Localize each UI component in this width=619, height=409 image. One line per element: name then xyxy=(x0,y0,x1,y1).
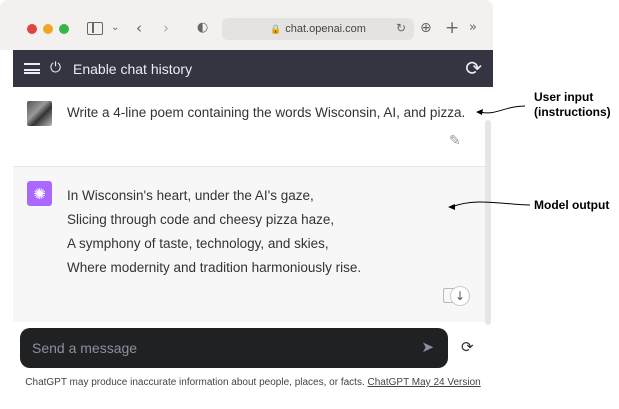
footer: ChatGPT may produce inaccurate informati… xyxy=(13,376,493,389)
model-message-text: In Wisconsin's heart, under the AI's gaz… xyxy=(67,184,361,280)
conversation: Write a 4-line poem containing the words… xyxy=(13,87,493,322)
refresh-icon[interactable]: ⟳ xyxy=(465,57,482,79)
scroll-down-icon[interactable]: ↓ xyxy=(450,286,470,306)
send-icon[interactable]: ➤ xyxy=(421,338,434,356)
power-icon[interactable]: ⏻ xyxy=(50,60,61,76)
url-text: chat.openai.com xyxy=(285,23,366,35)
chevron-down-icon[interactable]: ⌄ xyxy=(111,18,119,38)
user-message: Write a 4-line poem containing the words… xyxy=(13,87,485,167)
download-icon[interactable]: ⊕ xyxy=(420,18,432,38)
annotation-user-input: User input (instructions) xyxy=(534,90,611,119)
chat-header: ⏻ Enable chat history ⟳ xyxy=(13,50,493,87)
poem-line: In Wisconsin's heart, under the AI's gaz… xyxy=(67,188,314,203)
openai-icon: ✺ xyxy=(27,181,52,206)
enable-history-toggle[interactable]: Enable chat history xyxy=(73,61,192,77)
menu-icon[interactable] xyxy=(24,63,40,74)
maximize-window-button[interactable] xyxy=(59,24,69,34)
browser-toolbar: ⌄ ‹ › ◐ 🔒 chat.openai.com ↻ ⊕ + » xyxy=(0,0,493,50)
edit-icon[interactable]: ✎ xyxy=(449,133,461,149)
close-window-button[interactable] xyxy=(27,24,37,34)
message-input[interactable] xyxy=(32,336,412,360)
disclaimer-text: ChatGPT may produce inaccurate informati… xyxy=(25,377,365,388)
forward-icon[interactable]: › xyxy=(163,18,169,38)
model-message: ✺ In Wisconsin's heart, under the AI's g… xyxy=(13,167,485,322)
shield-icon[interactable]: ◐ xyxy=(197,18,208,38)
annotation-model-output: Model output xyxy=(534,198,610,212)
lock-icon: 🔒 xyxy=(270,23,282,34)
minimize-window-button[interactable] xyxy=(43,24,53,34)
new-tab-icon[interactable]: + xyxy=(445,18,459,38)
poem-line: Slicing through code and cheesy pizza ha… xyxy=(67,212,335,227)
composer: ➤ xyxy=(20,328,448,368)
more-icon[interactable]: » xyxy=(469,18,477,38)
sidebar-icon[interactable] xyxy=(87,22,103,35)
poem-line: A symphony of taste, technology, and ski… xyxy=(67,236,329,251)
back-icon[interactable]: ‹ xyxy=(136,18,142,38)
version-link[interactable]: ChatGPT May 24 Version xyxy=(368,377,481,388)
avatar xyxy=(27,101,52,126)
poem-line: Where modernity and tradition harmonious… xyxy=(67,260,362,275)
user-message-text: Write a 4-line poem containing the words… xyxy=(67,105,466,120)
reload-icon[interactable]: ↻ xyxy=(396,21,406,35)
address-bar[interactable]: 🔒 chat.openai.com ↻ xyxy=(222,18,414,40)
scrollbar[interactable] xyxy=(485,120,491,325)
regenerate-icon[interactable]: ⟳ xyxy=(461,338,474,356)
